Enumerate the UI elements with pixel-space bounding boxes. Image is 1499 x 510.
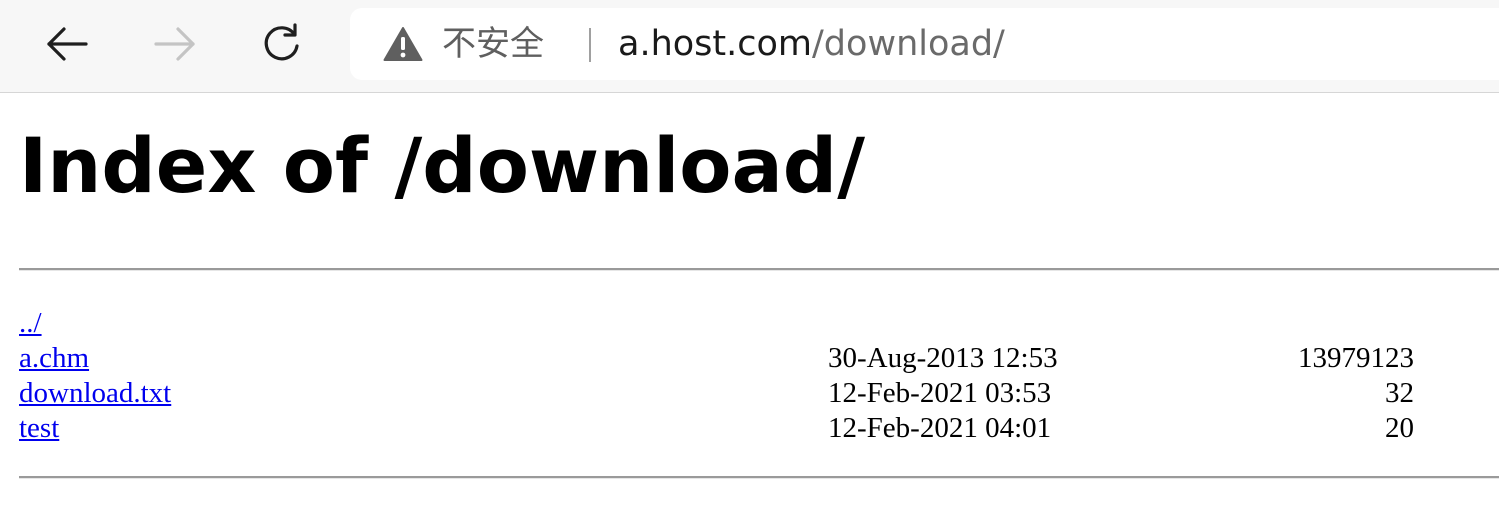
forward-button[interactable]	[145, 14, 205, 74]
list-item: download.txt 12-Feb-2021 03:53 32	[19, 376, 1479, 411]
back-button[interactable]	[37, 14, 97, 74]
warning-triangle-icon[interactable]	[383, 26, 423, 62]
security-status-label[interactable]: 不安全	[442, 22, 544, 66]
reload-icon	[264, 23, 299, 61]
file-listing: ../ a.chm 30-Aug-2013 12:53 13979123 dow…	[19, 306, 1479, 446]
page-title: Index of /download/	[19, 121, 865, 210]
file-date: 12-Feb-2021 04:01	[828, 412, 1052, 444]
file-date: 30-Aug-2013 12:53	[828, 342, 1058, 374]
file-size: 32	[1385, 377, 1414, 409]
list-item: ../	[19, 306, 1479, 341]
address-separator	[589, 28, 591, 62]
file-size: 20	[1385, 412, 1414, 444]
file-link[interactable]: test	[19, 411, 59, 446]
url-host: a.host.com	[618, 24, 813, 64]
bottom-divider	[19, 476, 1499, 479]
list-item: a.chm 30-Aug-2013 12:53 13979123	[19, 341, 1479, 376]
file-date: 12-Feb-2021 03:53	[828, 377, 1052, 409]
reload-button[interactable]	[252, 14, 312, 74]
page-content: Index of /download/ ../ a.chm 30-Aug-201…	[0, 93, 1499, 510]
arrow-left-icon	[47, 27, 88, 61]
url-path: /download/	[812, 24, 1005, 64]
parent-directory-link[interactable]: ../	[19, 306, 42, 341]
top-divider	[19, 268, 1499, 271]
url-text[interactable]: a.host.com/download/	[618, 22, 1005, 66]
list-item: test 12-Feb-2021 04:01 20	[19, 411, 1479, 446]
file-size: 13979123	[1298, 342, 1414, 374]
file-link[interactable]: download.txt	[19, 376, 171, 411]
browser-toolbar: 不安全 a.host.com/download/	[0, 0, 1499, 93]
file-link[interactable]: a.chm	[19, 341, 89, 376]
arrow-right-icon	[154, 27, 195, 61]
